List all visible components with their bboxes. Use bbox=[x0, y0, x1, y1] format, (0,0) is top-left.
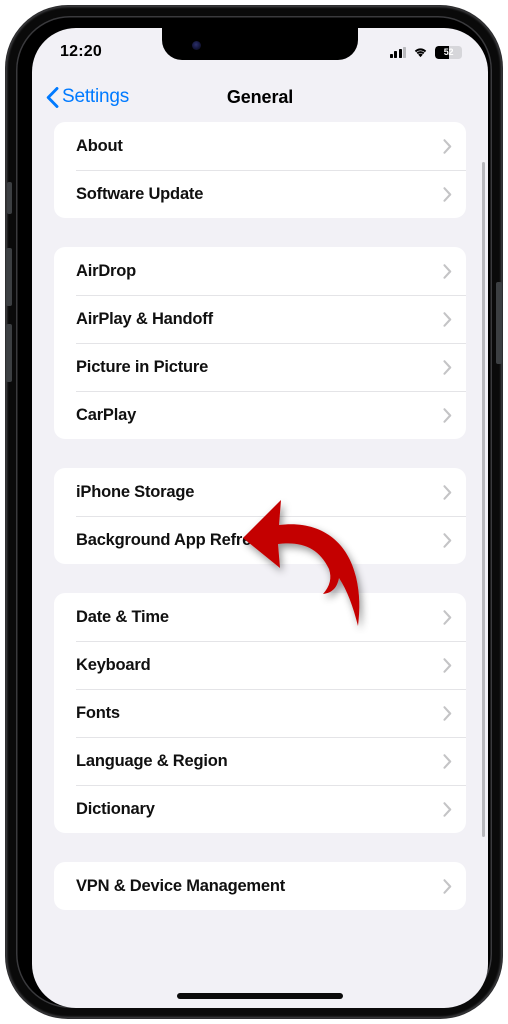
settings-row-label: Fonts bbox=[76, 703, 120, 722]
settings-row-label: Dictionary bbox=[76, 799, 155, 818]
chevron-right-icon bbox=[443, 311, 452, 327]
phone-screen: 12:20 52 Settings General About Software… bbox=[32, 28, 488, 1008]
settings-row-language-region[interactable]: Language & Region bbox=[54, 737, 466, 785]
settings-row-airdrop[interactable]: AirDrop bbox=[54, 247, 466, 295]
settings-group: Date & Time Keyboard Fonts Language & Regio… bbox=[54, 593, 466, 833]
chevron-right-icon bbox=[443, 407, 452, 423]
settings-group: About Software Update bbox=[54, 122, 466, 218]
status-bar-time: 12:20 bbox=[60, 43, 102, 60]
battery-icon: 52 bbox=[435, 45, 462, 59]
chevron-right-icon bbox=[443, 263, 452, 279]
settings-row-label: AirPlay & Handoff bbox=[76, 309, 213, 328]
settings-row-label: Picture in Picture bbox=[76, 357, 209, 376]
settings-row-software-update[interactable]: Software Update bbox=[54, 170, 466, 218]
chevron-right-icon bbox=[443, 705, 452, 721]
settings-row-picture-in-picture[interactable]: Picture in Picture bbox=[54, 343, 466, 391]
settings-row-about[interactable]: About bbox=[54, 122, 466, 170]
chevron-right-icon bbox=[443, 753, 452, 769]
settings-row-label: AirDrop bbox=[76, 261, 137, 280]
settings-row-carplay[interactable]: CarPlay bbox=[54, 391, 466, 439]
settings-group: AirDrop AirPlay & Handoff Picture in Pictu… bbox=[54, 247, 466, 439]
settings-group: iPhone Storage Background App Refresh bbox=[54, 468, 466, 564]
chevron-right-icon bbox=[443, 801, 452, 817]
settings-row-background-app-refresh[interactable]: Background App Refresh bbox=[54, 516, 466, 564]
chevron-right-icon bbox=[443, 484, 452, 500]
settings-row-label: iPhone Storage bbox=[76, 482, 195, 501]
chevron-right-icon bbox=[443, 609, 452, 625]
chevron-right-icon bbox=[443, 532, 452, 548]
settings-row-label: Background App Refresh bbox=[76, 530, 270, 549]
volume-up-button[interactable] bbox=[6, 248, 12, 306]
settings-row-dictionary[interactable]: Dictionary bbox=[54, 785, 466, 833]
chevron-right-icon bbox=[443, 878, 452, 894]
navigation-bar: Settings General bbox=[32, 72, 488, 122]
back-button-label: Settings bbox=[62, 86, 130, 107]
power-button[interactable] bbox=[496, 282, 502, 364]
settings-row-airplay-handoff[interactable]: AirPlay & Handoff bbox=[54, 295, 466, 343]
device-frame: 12:20 52 Settings General About Software… bbox=[6, 6, 502, 1018]
battery-percent-text: 52 bbox=[443, 46, 454, 57]
settings-row-label: Date & Time bbox=[76, 607, 169, 626]
settings-row-iphone-storage[interactable]: iPhone Storage bbox=[54, 468, 466, 516]
chevron-right-icon bbox=[443, 138, 452, 154]
volume-down-button[interactable] bbox=[6, 324, 12, 382]
settings-row-label: About bbox=[76, 136, 123, 155]
settings-row-vpn-device-management[interactable]: VPN & Device Management bbox=[54, 862, 466, 910]
cellular-signal-icon bbox=[389, 46, 406, 58]
settings-list[interactable]: About Software Update AirDrop AirPlay & Han… bbox=[32, 122, 488, 1008]
settings-row-label: Language & Region bbox=[76, 751, 228, 770]
settings-row-date-time[interactable]: Date & Time bbox=[54, 593, 466, 641]
chevron-right-icon bbox=[443, 657, 452, 673]
chevron-right-icon bbox=[443, 359, 452, 375]
settings-row-label: Software Update bbox=[76, 184, 204, 203]
settings-row-fonts[interactable]: Fonts bbox=[54, 689, 466, 737]
front-camera-icon bbox=[192, 41, 201, 50]
settings-row-label: CarPlay bbox=[76, 405, 137, 424]
home-indicator bbox=[177, 993, 343, 999]
back-button-settings[interactable]: Settings bbox=[46, 86, 129, 108]
status-bar-indicators: 52 bbox=[389, 45, 462, 59]
settings-group: VPN & Device Management bbox=[54, 862, 466, 910]
mute-switch-button[interactable] bbox=[7, 182, 12, 214]
settings-row-label: VPN & Device Management bbox=[76, 876, 286, 895]
settings-row-keyboard[interactable]: Keyboard bbox=[54, 641, 466, 689]
wifi-icon bbox=[414, 48, 427, 58]
settings-row-label: Keyboard bbox=[76, 655, 151, 674]
chevron-right-icon bbox=[443, 186, 452, 202]
chevron-left-icon bbox=[46, 86, 59, 108]
notch bbox=[162, 28, 358, 60]
vertical-scrollbar[interactable] bbox=[482, 162, 485, 837]
